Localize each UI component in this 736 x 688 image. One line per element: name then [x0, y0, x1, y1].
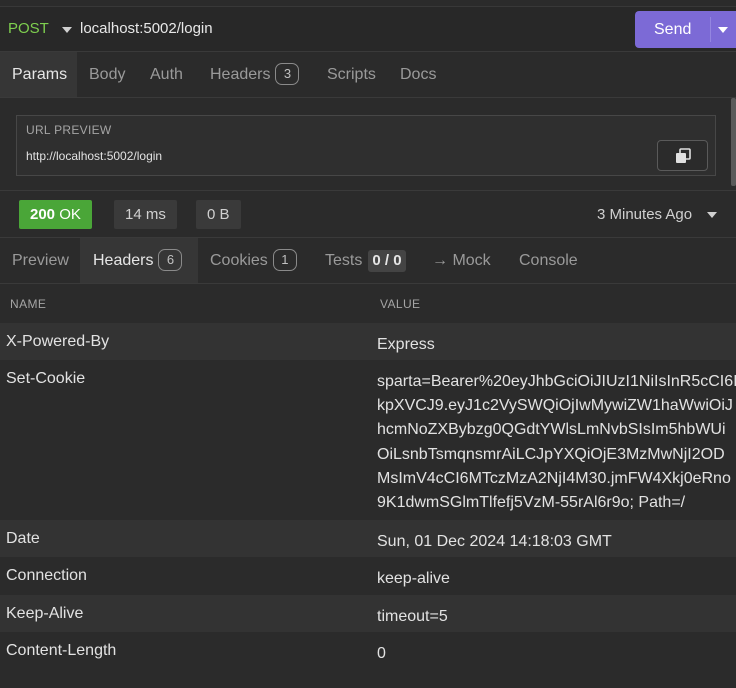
tab-tests[interactable]: Tests 0 / 0	[325, 238, 406, 283]
cookie-value-line: kpXVCJ9.eyJ1c2VySWQiOjIwMywiZW1haWwiOiJ	[377, 397, 733, 415]
cookie-value-line: hcmNoZXBybzg0QGdtYWlsLmNvbSIsIm5hbWUi	[377, 421, 726, 439]
url-preview-box: URL PREVIEW http://localhost:5002/login	[16, 115, 716, 176]
header-value: timeout=5	[377, 608, 448, 625]
table-row: X-Powered-By Express	[0, 323, 736, 360]
tab-label: Headers	[93, 252, 154, 269]
copy-icon	[676, 148, 691, 163]
header-name: Date	[6, 530, 40, 547]
tab-label: Preview	[12, 252, 69, 269]
table-row: Set-Cookie sparta=Bearer%20eyJhbGciOiJIU…	[0, 360, 736, 520]
table-row: Connection keep-alive	[0, 557, 736, 595]
send-button[interactable]: Send	[635, 11, 736, 48]
header-name: X-Powered-By	[6, 333, 110, 350]
header-value: 0	[377, 645, 386, 662]
table-row: Keep-Alive timeout=5	[0, 595, 736, 632]
headers-count-badge: 3	[275, 63, 300, 85]
header-name: Content-Length	[6, 642, 117, 659]
tab-label: Console	[519, 252, 578, 269]
url-input[interactable]: localhost:5002/login	[80, 20, 213, 37]
cookie-value-line: sparta=Bearer%20eyJhbGciOiJIUzI1NiIsInR5…	[377, 373, 736, 390]
tab-docs[interactable]: Docs	[400, 52, 436, 97]
tab-body[interactable]: Body	[89, 52, 125, 97]
tab-label: → Mock	[432, 252, 491, 269]
tab-preview[interactable]: Preview	[12, 238, 69, 283]
tab-params[interactable]: Params	[0, 52, 77, 97]
tab-label: Headers	[210, 66, 271, 83]
response-tabs: Preview Headers 6 Cookies 1 Tests 0 / 0 → M…	[0, 238, 736, 284]
header-name: Set-Cookie	[6, 370, 86, 387]
response-history-select[interactable]: 3 Minutes Ago	[597, 206, 692, 223]
copy-url-button[interactable]	[657, 140, 708, 171]
cookie-value-line: MsImV4cCI6MTczMzA2NjI4M30.jmFW4Xkj0eRno	[377, 469, 731, 487]
preview-scrollbar[interactable]	[731, 98, 736, 186]
table-header: NAME VALUE	[0, 284, 736, 323]
column-header-name: NAME	[10, 297, 47, 311]
tab-label: Tests	[325, 252, 363, 269]
tab-label: Scripts	[327, 66, 376, 83]
tab-headers[interactable]: Headers 3	[210, 52, 300, 97]
tests-count-badge: 0 / 0	[368, 250, 406, 272]
tab-label: Body	[89, 66, 126, 83]
status-code: 200	[30, 206, 56, 223]
tab-label: Docs	[400, 66, 437, 83]
tab-scripts[interactable]: Scripts	[327, 52, 376, 97]
header-value: sparta=Bearer%20eyJhbGciOiJIUzI1NiIsInR5…	[377, 370, 736, 515]
tab-mock[interactable]: → Mock	[432, 238, 491, 283]
cookies-count-badge: 1	[272, 249, 297, 271]
http-method-select[interactable]: POST	[8, 20, 49, 37]
response-time-badge: 14 ms	[114, 200, 177, 229]
url-preview-value: http://localhost:5002/login	[26, 149, 163, 163]
tab-label: Cookies	[210, 252, 268, 269]
send-button-label: Send	[654, 21, 692, 38]
request-tabs: Params Body Auth Headers 3 Scripts Docs	[0, 52, 736, 98]
table-row: Content-Length 0	[0, 632, 736, 670]
status-text: OK	[59, 206, 81, 223]
header-name: Connection	[6, 567, 87, 584]
tab-label: Auth	[150, 66, 183, 83]
response-size-badge: 0 B	[196, 200, 241, 229]
tab-label: Params	[12, 66, 68, 83]
tab-cookies[interactable]: Cookies 1	[210, 238, 297, 283]
send-divider	[710, 17, 711, 42]
send-options-chevron-down-icon[interactable]	[718, 27, 728, 33]
response-headers-table: NAME VALUE X-Powered-By Express Set-Cook…	[0, 284, 736, 670]
header-name: Keep-Alive	[6, 605, 84, 622]
method-dropdown-icon[interactable]	[62, 27, 72, 33]
status-badge: 200 OK	[19, 200, 92, 229]
header-value: Sun, 01 Dec 2024 14:18:03 GMT	[377, 533, 612, 550]
response-headers-count-badge: 6	[158, 249, 183, 271]
response-status-bar: 200 OK 14 ms 0 B 3 Minutes Ago	[0, 190, 736, 238]
tab-auth[interactable]: Auth	[150, 52, 183, 97]
column-header-value: VALUE	[380, 297, 421, 311]
history-chevron-down-icon[interactable]	[707, 212, 717, 218]
tab-response-headers[interactable]: Headers 6	[80, 238, 198, 283]
header-value: Express	[377, 336, 435, 353]
url-bar: POST localhost:5002/login Send	[0, 6, 736, 52]
url-preview-title: URL PREVIEW	[26, 123, 112, 137]
url-preview-section: URL PREVIEW http://localhost:5002/login	[0, 98, 736, 190]
table-row: Date Sun, 01 Dec 2024 14:18:03 GMT	[0, 520, 736, 557]
tab-console[interactable]: Console	[519, 238, 578, 283]
cookie-value-line: 9K1dwmSGlmTlfefj5VzM-55rAl6r9o; Path=/	[377, 494, 686, 512]
header-value: keep-alive	[377, 570, 450, 587]
cookie-value-line: OiLsnbTsmqnsmrAiLCJpYXQiOjE3MzMwNjI2OD	[377, 445, 725, 463]
